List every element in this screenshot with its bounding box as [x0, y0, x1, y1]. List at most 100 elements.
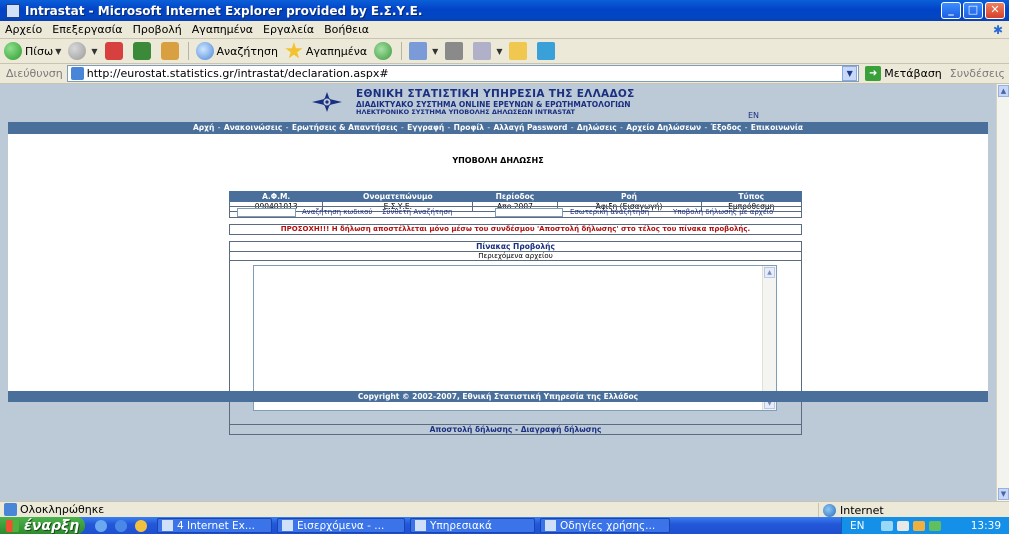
mail-button[interactable]: ▼	[409, 42, 438, 60]
org-name: ΕΘΝΙΚΗ ΣΤΑΤΙΣΤΙΚΗ ΥΠΗΡΕΣΙΑ ΤΗΣ ΕΛΛΑΔΟΣ	[356, 88, 635, 100]
page-scrollbar[interactable]: ▲ ▼	[996, 84, 1009, 501]
nav-contact[interactable]: Επικοινωνία	[751, 123, 803, 132]
start-button[interactable]: έναρξη	[0, 517, 85, 534]
close-button[interactable]: ✕	[985, 2, 1005, 19]
nav-change-password[interactable]: Αλλαγή Password	[493, 123, 567, 132]
delete-declaration-link[interactable]: Διαγραφή δήλωσης	[521, 425, 602, 434]
stop-icon	[104, 42, 123, 60]
forward-arrow-icon	[68, 42, 87, 60]
nav-declarations[interactable]: Δηλώσεις	[577, 123, 617, 132]
address-url[interactable]: http://eurostat.statistics.gr/intrastat/…	[87, 67, 389, 80]
copyright-bar: Copyright © 2002-2007, Εθνική Στατιστική…	[8, 391, 988, 402]
show-desktop-icon[interactable]	[95, 519, 107, 532]
nav-register[interactable]: Εγγραφή	[407, 123, 444, 132]
warning-message: ΠΡΟΣΟΧΗ!!! Η δήλωση αποστέλλεται μόνο μέ…	[229, 224, 802, 235]
task-label: Εισερχόμενα - ...	[297, 519, 385, 532]
send-declaration-link[interactable]: Αποστολή δήλωσης	[430, 425, 513, 434]
scroll-down-icon[interactable]: ▼	[998, 488, 1009, 500]
menu-favorites[interactable]: Αγαπημένα	[187, 23, 258, 36]
nav-announcements[interactable]: Ανακοινώσεις	[224, 123, 282, 132]
window-title-bar[interactable]: Intrastat - Microsoft Internet Explorer …	[0, 0, 1009, 21]
main-panel: ΥΠΟΒΟΛΗ ΔΗΛΩΣΗΣ Α.Φ.Μ. Ονοματεπώνυμο Περ…	[8, 134, 988, 435]
nav-exit[interactable]: Έξοδος	[711, 123, 742, 132]
folder-icon	[509, 42, 528, 60]
word-task-icon	[545, 520, 556, 531]
windows-logo-icon: ✱	[992, 22, 1003, 37]
task-internet-explorer[interactable]: 4 Internet Ex...	[157, 518, 272, 533]
preview-table: Πίνακας Προβολής Περιεχόμενα αρχείου ▲ ▼…	[229, 241, 802, 435]
address-input[interactable]: http://eurostat.statistics.gr/intrastat/…	[66, 65, 860, 82]
refresh-icon	[132, 42, 151, 60]
task-folder[interactable]: Υπηρεσιακά	[410, 518, 535, 533]
home-button[interactable]	[160, 42, 182, 60]
file-content-textarea[interactable]: ▲ ▼	[253, 265, 777, 411]
back-button[interactable]: Πίσω ▼	[4, 42, 61, 60]
composite-search-link[interactable]: Σύνθετη Αναζήτηση	[382, 208, 452, 217]
messenger-tray-icon[interactable]	[928, 520, 941, 531]
language-indicator[interactable]: EN	[850, 520, 865, 532]
search-button[interactable]: Αναζήτηση	[195, 42, 278, 60]
nav-faq[interactable]: Ερωτήσεις & Απαντήσεις	[292, 123, 398, 132]
status-bar: Ολοκληρώθηκε Internet	[0, 501, 1009, 517]
chevron-down-icon[interactable]: ▼	[496, 47, 502, 56]
chevron-down-icon[interactable]: ▼	[842, 66, 858, 81]
favorites-label: Αγαπημένα	[305, 44, 368, 58]
media-quicklaunch-icon[interactable]	[135, 519, 147, 532]
internal-search-input[interactable]	[495, 208, 563, 217]
code-search-input[interactable]	[237, 208, 296, 217]
go-button[interactable]: ➜ Μετάβαση	[865, 66, 942, 81]
chevron-down-icon[interactable]: ▼	[55, 47, 61, 56]
nav-declaration-archive[interactable]: Αρχείο Δηλώσεων	[626, 123, 701, 132]
star-icon	[285, 42, 303, 59]
preview-actions: Αποστολή δήλωσης - Διαγραφή δήλωσης	[230, 424, 801, 434]
internal-search-link[interactable]: Εσωτερική αναζήτηση	[570, 208, 649, 217]
esye-logo-icon	[312, 92, 342, 112]
ie-task-icon	[162, 520, 173, 531]
favorites-button[interactable]: Αγαπημένα	[285, 42, 367, 60]
volume-icon[interactable]	[896, 520, 909, 531]
standard-toolbar: Πίσω ▼ ▼ Αναζήτηση Αγαπημένα ▼ ▼	[0, 39, 1009, 64]
task-inbox[interactable]: Εισερχόμενα - ...	[277, 518, 405, 533]
header-flow: Ροή	[556, 191, 702, 202]
folder-button[interactable]	[509, 42, 530, 60]
toolbar-separator	[187, 42, 189, 60]
refresh-button[interactable]	[132, 42, 154, 60]
menu-file[interactable]: Αρχείο	[0, 23, 47, 36]
menu-view[interactable]: Προβολή	[128, 23, 187, 36]
task-label: 4 Internet Ex...	[177, 519, 255, 532]
messenger-icon	[537, 42, 556, 60]
task-word-document[interactable]: Οδηγίες χρήσης...	[540, 518, 670, 533]
code-search-link[interactable]: Αναζήτηση κωδικού	[302, 208, 372, 217]
site-header: ΕΘΝΙΚΗ ΣΤΑΤΙΣΤΙΚΗ ΥΠΗΡΕΣΙΑ ΤΗΣ ΕΛΛΑΔΟΣ Δ…	[8, 84, 988, 122]
mail-task-icon	[282, 520, 293, 531]
globe-icon	[823, 503, 836, 517]
language-switch-link[interactable]: EN	[748, 111, 759, 120]
menu-edit[interactable]: Επεξεργασία	[47, 23, 127, 36]
file-submit-link[interactable]: Υποβολή δήλωσης με αρχείο	[673, 208, 773, 217]
history-button[interactable]	[374, 42, 395, 60]
ie-quicklaunch-icon[interactable]	[115, 519, 127, 532]
header-period: Περίοδος	[472, 191, 558, 202]
ie-app-icon	[6, 3, 20, 18]
stop-button[interactable]	[104, 42, 126, 60]
forward-button[interactable]: ▼	[68, 42, 98, 60]
maximize-button[interactable]: □	[963, 2, 983, 19]
search-icon	[195, 42, 214, 60]
scroll-up-icon[interactable]: ▲	[998, 85, 1009, 97]
security-tray-icon[interactable]	[912, 520, 925, 531]
menu-help[interactable]: Βοήθεια	[319, 23, 374, 36]
print-button[interactable]	[445, 42, 466, 60]
network-icon[interactable]	[880, 520, 893, 531]
scroll-up-icon[interactable]: ▲	[764, 267, 775, 278]
nav-profile[interactable]: Προφίλ	[454, 123, 484, 132]
preview-title: Πίνακας Προβολής	[230, 242, 801, 252]
messenger-button[interactable]	[537, 42, 558, 60]
minimize-button[interactable]: _	[941, 2, 961, 19]
nav-home[interactable]: Αρχή	[193, 123, 214, 132]
menu-tools[interactable]: Εργαλεία	[258, 23, 319, 36]
chevron-down-icon[interactable]: ▼	[91, 47, 97, 56]
chevron-down-icon[interactable]: ▼	[432, 47, 438, 56]
textarea-scrollbar[interactable]: ▲ ▼	[762, 266, 776, 410]
links-button[interactable]: Συνδέσεις	[950, 67, 1005, 80]
edit-button[interactable]: ▼	[473, 42, 502, 60]
